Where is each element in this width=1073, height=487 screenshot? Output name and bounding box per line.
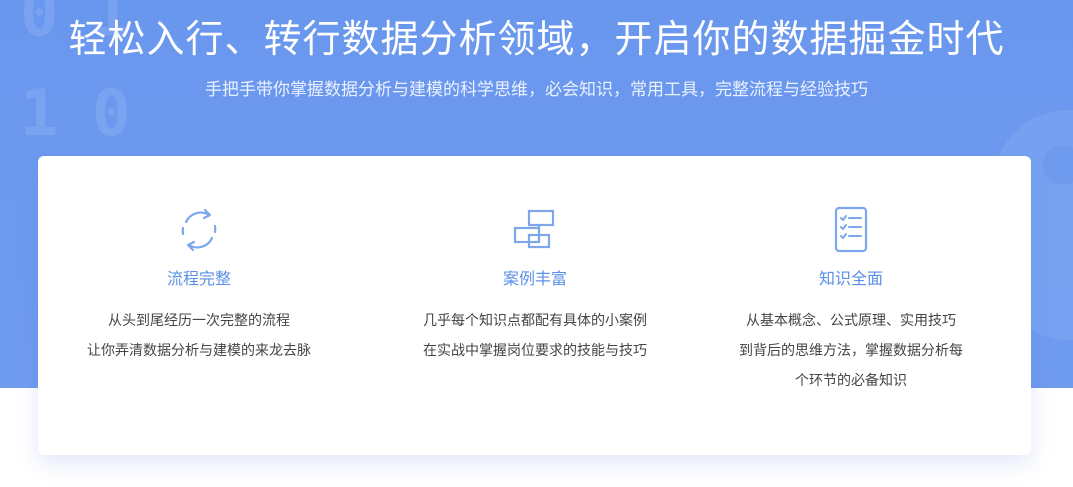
feature-rich-cases: 案例丰富 几乎每个知识点都配有具体的小案例 在实战中掌握岗位要求的技能与技巧 (380, 204, 690, 366)
page-title: 轻松入行、转行数据分析领域，开启你的数据掘金时代 (68, 17, 1005, 61)
feature-description: 从头到尾经历一次完整的流程 让你弄清数据分析与建模的来龙去脉 (44, 306, 354, 366)
feature-description-line: 从头到尾经历一次完整的流程 (108, 313, 290, 329)
features-card: 流程完整 从头到尾经历一次完整的流程 让你弄清数据分析与建模的来龙去脉 案例丰富… (38, 156, 1031, 455)
feature-description-line: 从基本概念、公式原理、实用技巧 (746, 313, 956, 329)
feature-title: 案例丰富 (502, 269, 567, 288)
feature-description-line: 让你弄清数据分析与建模的来龙去脉 (87, 343, 311, 359)
feature-description-line: 到背后的思维方法，掌握数据分析每 (739, 343, 963, 359)
feature-description-line: 几乎每个知识点都配有具体的小案例 (423, 313, 647, 329)
feature-title: 流程完整 (166, 269, 231, 288)
stacked-boxes-icon (513, 209, 555, 249)
feature-comprehensive-knowledge: 知识全面 从基本概念、公式原理、实用技巧 到背后的思维方法，掌握数据分析每 个环… (696, 204, 1006, 396)
page-subtitle: 手把手带你掌握数据分析与建模的科学思维，必会知识，常用工具，完整流程与经验技巧 (205, 80, 868, 100)
feature-description-line: 个环节的必备知识 (795, 373, 907, 389)
feature-title: 知识全面 (818, 269, 883, 288)
feature-description-line: 在实战中掌握岗位要求的技能与技巧 (423, 343, 647, 359)
feature-complete-process: 流程完整 从头到尾经历一次完整的流程 让你弄清数据分析与建模的来龙去脉 (44, 204, 354, 366)
feature-description: 几乎每个知识点都配有具体的小案例 在实战中掌握岗位要求的技能与技巧 (380, 306, 690, 366)
checklist-icon (834, 206, 868, 253)
feature-description: 从基本概念、公式原理、实用技巧 到背后的思维方法，掌握数据分析每 个环节的必备知… (696, 306, 1006, 396)
refresh-cycle-icon (181, 208, 217, 252)
